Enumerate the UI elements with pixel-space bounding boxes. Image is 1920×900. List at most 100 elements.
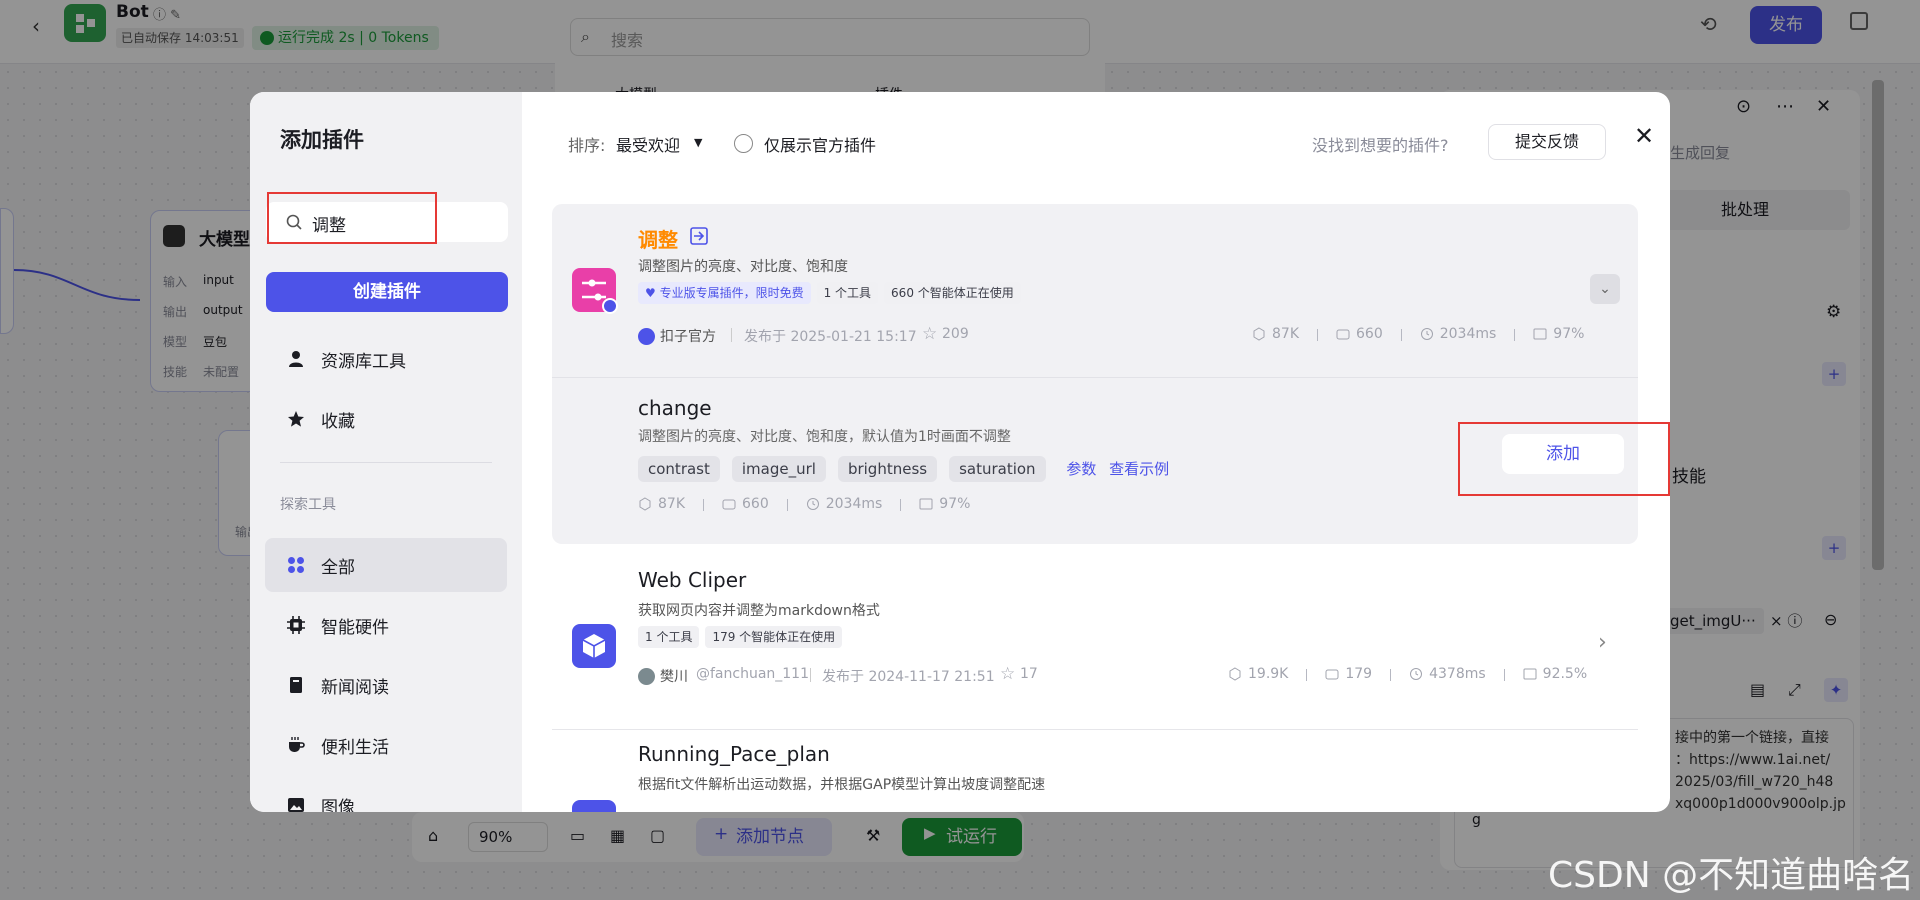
stat-latency: 4378ms <box>1409 666 1486 682</box>
plugin-name: Running_Pace_plan <box>638 742 830 766</box>
bot-icon <box>1336 329 1350 340</box>
author-name: 樊川 <box>660 669 688 685</box>
tool-desc: 调整图片的亮度、对比度、饱和度，默认值为1时画面不调整 <box>638 429 1011 445</box>
stat-value: 660 <box>742 496 769 512</box>
stat-sep <box>703 499 704 511</box>
stat-value: 19.9K <box>1248 666 1289 682</box>
stat-bots: 660 <box>722 496 769 512</box>
plugin-card-web-cliper[interactable]: Web Cliper 获取网页内容并调整为markdown格式 1 个工具 179… <box>552 560 1638 730</box>
star-count: 209 <box>942 326 969 342</box>
stat-sep <box>900 499 902 511</box>
plugin-logo-web-cliper <box>572 624 616 668</box>
success-rate-icon <box>919 498 933 510</box>
param-pill: image_url <box>731 456 826 482</box>
author-handle: @fanchuan_111 <box>696 666 809 682</box>
nav-label: 收藏 <box>321 411 355 432</box>
param-pill: brightness <box>837 456 938 482</box>
stat-sep <box>1390 669 1392 681</box>
pro-tag-text: 专业版专属插件，限时免费 <box>659 286 804 300</box>
card-divider <box>552 729 1638 730</box>
open-external-icon[interactable] <box>689 226 709 246</box>
category-image[interactable]: 图像 <box>265 778 507 812</box>
category-label: 便利生活 <box>321 737 389 758</box>
stat-calls: 87K <box>1252 326 1299 342</box>
category-hardware[interactable]: 智能硬件 <box>265 598 507 652</box>
bot-icon <box>1325 669 1339 680</box>
meta-divider <box>731 328 732 342</box>
meta-divider <box>810 668 811 682</box>
not-found-text: 没找到想要的插件? <box>1312 136 1449 155</box>
nav-favorites[interactable]: 收藏 <box>265 392 507 446</box>
grid-icon <box>288 557 304 573</box>
stat-value: 87K <box>658 496 685 512</box>
stat-success: 97% <box>1533 326 1584 342</box>
publish-date: 发布于 2024-11-17 21:51 <box>822 669 995 685</box>
author-avatar <box>638 668 655 685</box>
tool-count-tag: 1 个工具 <box>638 626 700 648</box>
add-plugin-modal: 添加插件 调整 创建插件 资源库工具 收藏 探索工具 全部 智能硬件 新闻阅读 <box>250 92 1670 812</box>
caret-down-icon[interactable]: ▼ <box>694 136 702 149</box>
stat-sep <box>1306 669 1308 681</box>
stat-calls: 19.9K <box>1228 666 1288 682</box>
plugin-logo-running-pace <box>572 800 616 812</box>
book-icon <box>290 677 302 693</box>
stat-value: 97% <box>939 496 971 512</box>
official-only-label[interactable]: 仅展示官方插件 <box>764 132 876 156</box>
plugin-desc: 根据fit文件解析出运动数据，并根据GAP模型计算出坡度调整配速 <box>638 777 1046 793</box>
category-news[interactable]: 新闻阅读 <box>265 658 507 712</box>
plugin-card-running-pace[interactable]: Running_Pace_plan 根据fit文件解析出运动数据，并根据GAP模… <box>552 740 1638 812</box>
sort-label: 排序: <box>568 136 606 155</box>
image-icon <box>288 798 304 812</box>
stat-bots: 179 <box>1325 666 1372 682</box>
star-outline-icon[interactable]: ☆ <box>922 324 937 344</box>
params-link[interactable]: 参数 <box>1066 460 1096 478</box>
chevron-right-icon[interactable]: › <box>1598 630 1607 655</box>
stat-value: 87K <box>1272 326 1299 342</box>
search-highlight <box>267 192 437 244</box>
create-plugin-button[interactable]: 创建插件 <box>266 272 508 312</box>
watermark: CSDN @不知道曲啥名 <box>1548 855 1915 896</box>
category-life[interactable]: 便利生活 <box>265 718 507 772</box>
plugin-stats: 87K 660 2034ms 97% <box>1252 326 1584 345</box>
stat-value: 2034ms <box>825 496 883 512</box>
stat-value: 2034ms <box>1439 326 1497 342</box>
official-only-radio[interactable] <box>734 134 753 153</box>
success-rate-icon <box>1523 668 1537 680</box>
stat-latency: 2034ms <box>1420 326 1497 342</box>
stat-value: 97% <box>1553 326 1585 342</box>
category-all[interactable]: 全部 <box>265 538 507 592</box>
sidebar-divider <box>280 462 492 463</box>
bot-icon <box>722 499 736 510</box>
stat-value: 660 <box>1356 326 1383 342</box>
sort-select[interactable]: 最受欢迎 <box>616 132 680 156</box>
tool-params: contrast image_url brightness saturation 参数… <box>638 456 1169 482</box>
plugin-logo-adjust <box>572 268 618 314</box>
plugin-tags: ♥ 专业版专属插件，限时免费 1 个工具 660 个智能体正在使用 <box>638 282 1027 304</box>
star-outline-icon[interactable]: ☆ <box>1000 664 1015 684</box>
collapse-chevron-icon[interactable]: ⌄ <box>1590 274 1620 304</box>
plugin-tags: 1 个工具 179 个智能体正在使用 <box>638 626 848 648</box>
example-link[interactable]: 查看示例 <box>1109 460 1169 478</box>
usage-tag: 179 个智能体正在使用 <box>705 626 843 648</box>
modal-close-icon[interactable]: ✕ <box>1634 122 1654 150</box>
stat-bots: 660 <box>1336 326 1383 342</box>
category-label: 全部 <box>321 557 355 578</box>
param-pill: saturation <box>949 456 1046 482</box>
cube-icon <box>639 497 651 511</box>
plugin-desc: 调整图片的亮度、对比度、饱和度 <box>638 259 848 275</box>
tool-count-tag: 1 个工具 <box>816 282 879 304</box>
plugin-stats: 19.9K 179 4378ms 92.5% <box>1228 666 1587 685</box>
clock-icon <box>806 498 819 510</box>
tool-name: change <box>638 396 712 420</box>
feedback-button[interactable]: 提交反馈 <box>1488 124 1606 160</box>
success-rate-icon <box>1533 328 1547 340</box>
stat-success: 97% <box>919 496 970 512</box>
param-pill: contrast <box>638 456 720 482</box>
plugin-name: 调整 <box>638 228 678 252</box>
verified-icon <box>602 298 618 314</box>
nav-resource-tools[interactable]: 资源库工具 <box>265 332 507 386</box>
stat-sep <box>786 499 788 511</box>
author-name: 扣子官方 <box>660 329 716 345</box>
add-button-highlight <box>1458 422 1670 496</box>
stat-sep <box>1400 329 1402 341</box>
